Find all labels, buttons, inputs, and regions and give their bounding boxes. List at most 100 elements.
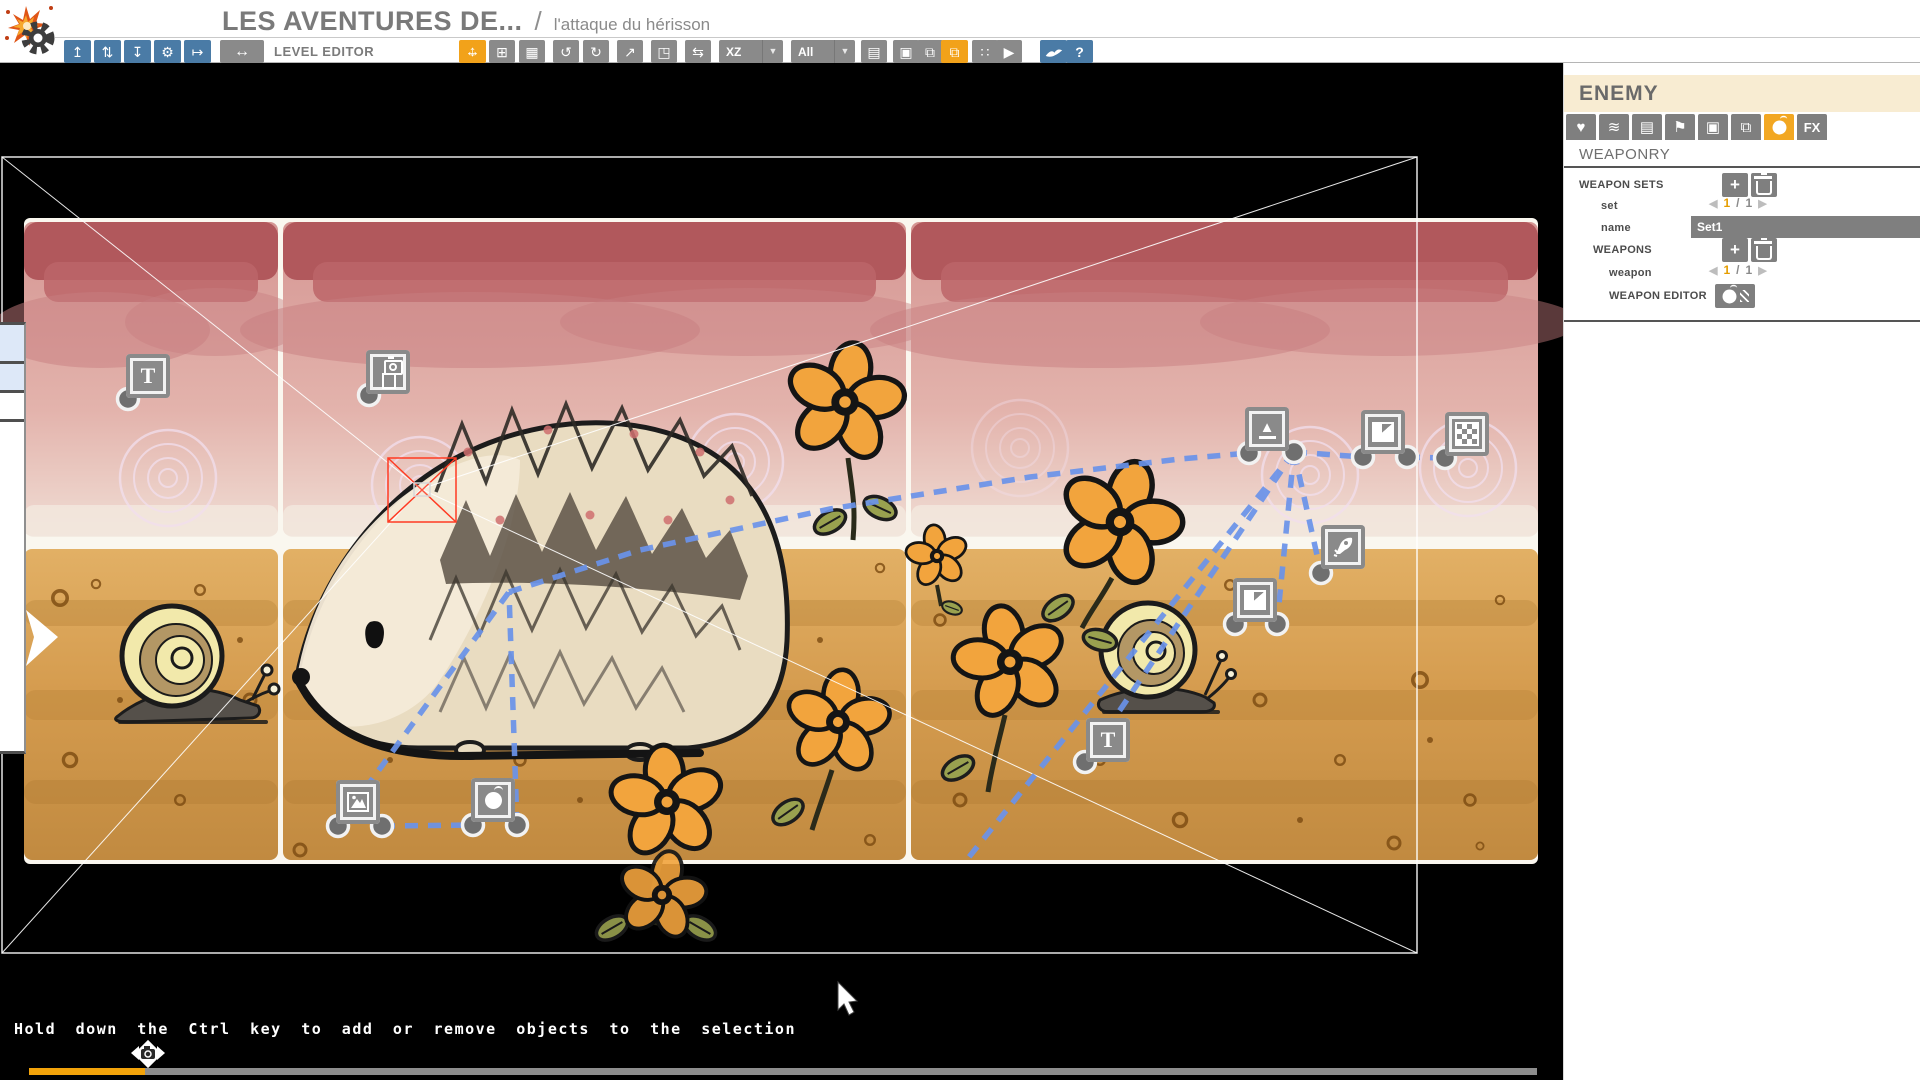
move-tool-button[interactable]: ↔↕ bbox=[459, 40, 486, 63]
pattern-button[interactable]: ∷ bbox=[972, 40, 998, 63]
settings-button[interactable]: ⚙ bbox=[154, 40, 181, 63]
download-icon: ↧ bbox=[132, 45, 144, 59]
spray-icon bbox=[1740, 290, 1749, 302]
tab-fx[interactable]: FX bbox=[1797, 114, 1827, 140]
upload-button[interactable]: ↥ bbox=[64, 40, 91, 63]
timeline-elapsed[interactable] bbox=[29, 1068, 145, 1075]
exit-icon: ↦ bbox=[192, 45, 204, 59]
spawn-marker-chip[interactable]: ▲ bbox=[1245, 407, 1289, 451]
download-button[interactable]: ↧ bbox=[124, 40, 151, 63]
tab-weaponry[interactable] bbox=[1764, 114, 1794, 140]
app-logo bbox=[4, 2, 60, 62]
bomb-object-chip[interactable] bbox=[471, 778, 515, 822]
filter-value: All bbox=[791, 45, 834, 59]
checker-chip[interactable] bbox=[1445, 412, 1489, 456]
frame-button[interactable]: ▣ bbox=[893, 40, 919, 63]
add-weapon-set-button[interactable]: + bbox=[1722, 173, 1748, 197]
level-editor-label: LEVEL EDITOR bbox=[274, 44, 374, 59]
split-frame-chip-2[interactable] bbox=[1233, 578, 1277, 622]
heart-icon: ♥ bbox=[1577, 119, 1586, 136]
next-icon[interactable]: ▶ bbox=[1758, 264, 1766, 277]
text-object-chip-2[interactable]: T bbox=[1086, 718, 1130, 762]
flip-icon: ⇆ bbox=[692, 45, 704, 59]
weapon-total: 1 bbox=[1746, 263, 1753, 277]
tab-movement[interactable]: ≋ bbox=[1599, 114, 1629, 140]
editor-canvas[interactable]: < bbox=[0, 62, 1563, 1080]
set-index: 1 bbox=[1723, 196, 1730, 210]
header-divider bbox=[55, 37, 1920, 38]
delete-weapon-set-button[interactable] bbox=[1751, 173, 1777, 197]
scale-button[interactable]: ↗ bbox=[617, 40, 643, 63]
layers-icon: ▤ bbox=[1640, 118, 1654, 136]
level-editor-toggle[interactable]: ↔ bbox=[220, 40, 264, 63]
weapon-sets-label: WEAPON SETS bbox=[1579, 179, 1664, 191]
rocket-chip[interactable] bbox=[1321, 525, 1365, 569]
prev-icon[interactable]: ◀ bbox=[1709, 197, 1717, 210]
layer-strip[interactable] bbox=[0, 322, 26, 754]
copy-icon: ⧉ bbox=[925, 45, 935, 59]
tab-health[interactable]: ♥ bbox=[1566, 114, 1596, 140]
paste-icon: ⧉ bbox=[950, 45, 960, 59]
mouse-cursor bbox=[838, 982, 857, 1015]
plus-icon: + bbox=[1730, 240, 1740, 260]
help-button[interactable]: ? bbox=[1066, 40, 1093, 63]
grid-icon: ▦ bbox=[525, 45, 538, 59]
play-icon: ▶ bbox=[1004, 45, 1015, 59]
enemy-tabs: ♥ ≋ ▤ ⚑ ▣ ⧉ FX bbox=[1566, 114, 1827, 140]
picture-object-chip[interactable] bbox=[336, 780, 380, 824]
split-frame-chip[interactable] bbox=[1361, 410, 1405, 454]
copies-icon: ⧉ bbox=[1741, 119, 1752, 136]
text-object-chip[interactable]: T bbox=[126, 354, 170, 398]
gear-icon: ⚙ bbox=[161, 45, 174, 59]
canvas-art: < bbox=[0, 62, 1563, 1080]
test-bird-button[interactable] bbox=[1040, 40, 1067, 63]
delete-weapon-button[interactable] bbox=[1751, 238, 1777, 262]
axis-value: XZ bbox=[719, 45, 762, 59]
layer-cell[interactable] bbox=[0, 364, 24, 393]
waves-icon: ≋ bbox=[1608, 118, 1621, 136]
help-icon: ? bbox=[1075, 45, 1084, 59]
split-icon bbox=[1372, 422, 1394, 442]
next-icon[interactable]: ▶ bbox=[1758, 197, 1766, 210]
timeline-scrubber[interactable] bbox=[131, 1040, 165, 1068]
prev-icon[interactable]: ◀ bbox=[1709, 264, 1717, 277]
tab-controls[interactable]: ⚑ bbox=[1665, 114, 1695, 140]
flip-button[interactable]: ⇆ bbox=[685, 40, 711, 63]
rotate-cw-button[interactable]: ↻ bbox=[583, 40, 609, 63]
duplicate-button[interactable]: ◳ bbox=[651, 40, 677, 63]
bomb-icon bbox=[1772, 120, 1786, 134]
duplicate-icon: ◳ bbox=[657, 45, 670, 59]
panel-bottom-divider bbox=[1564, 320, 1920, 322]
rotate-ccw-icon: ↺ bbox=[560, 45, 572, 59]
add-object-button[interactable]: ⊞ bbox=[489, 40, 515, 63]
rotate-cw-icon: ↻ bbox=[590, 45, 602, 59]
weapon-editor-label: WEAPON EDITOR bbox=[1609, 290, 1707, 302]
snapshot-object-chip[interactable] bbox=[366, 350, 410, 394]
clipboard-camera-icon bbox=[373, 357, 403, 387]
layer-cell[interactable] bbox=[0, 325, 24, 364]
level-editor-app: < bbox=[0, 0, 1920, 1080]
title-block: LES AVENTURES DE... / l'attaque du héris… bbox=[222, 6, 710, 37]
layers-button[interactable]: ▤ bbox=[861, 40, 887, 63]
bomb-icon bbox=[485, 792, 502, 809]
weapon-editor-button[interactable] bbox=[1715, 284, 1755, 308]
axis-dropdown[interactable]: XZ ▼ bbox=[719, 40, 783, 63]
copy-button[interactable]: ⧉ bbox=[917, 40, 943, 63]
filter-dropdown[interactable]: All ▼ bbox=[791, 40, 855, 63]
tab-layers[interactable]: ▤ bbox=[1632, 114, 1662, 140]
add-weapon-button[interactable]: + bbox=[1722, 238, 1748, 262]
panel-title: ENEMY bbox=[1564, 82, 1659, 106]
paste-button[interactable]: ⧉ bbox=[941, 40, 968, 63]
tab-frame[interactable]: ▣ bbox=[1698, 114, 1728, 140]
picture-icon bbox=[347, 792, 369, 812]
layer-cell[interactable] bbox=[0, 393, 24, 422]
exit-button[interactable]: ↦ bbox=[184, 40, 211, 63]
tab-copies[interactable]: ⧉ bbox=[1731, 114, 1761, 140]
set-name-input[interactable] bbox=[1691, 216, 1920, 238]
add-grid-button[interactable]: ▦ bbox=[519, 40, 545, 63]
pattern-icon: ∷ bbox=[981, 45, 990, 59]
play-button[interactable]: ▶ bbox=[996, 40, 1022, 63]
timeline-remaining[interactable] bbox=[145, 1068, 1537, 1075]
sync-button[interactable]: ⇅ bbox=[94, 40, 121, 63]
rotate-ccw-button[interactable]: ↺ bbox=[553, 40, 579, 63]
